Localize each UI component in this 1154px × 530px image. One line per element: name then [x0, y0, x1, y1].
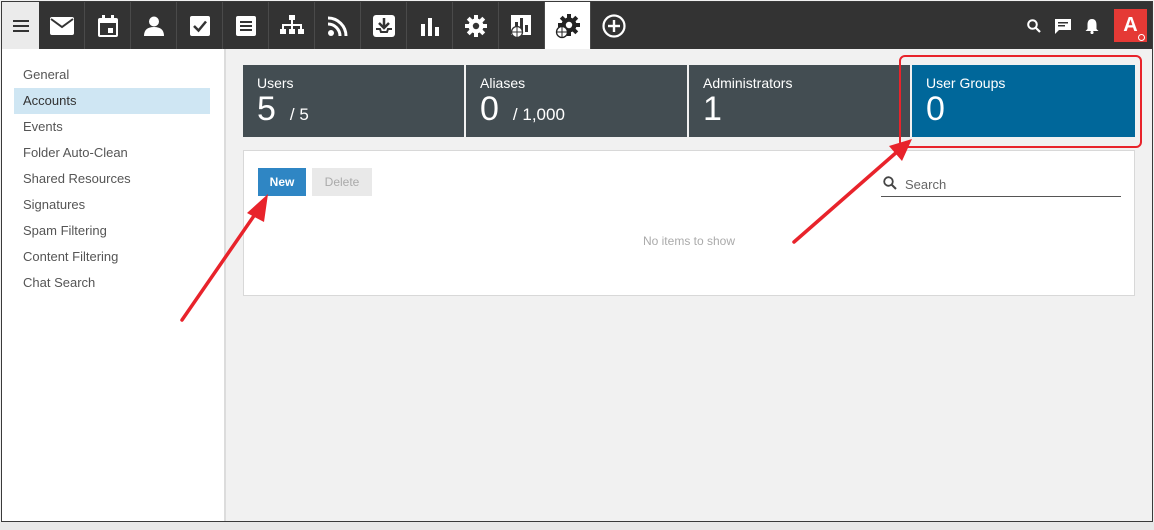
sidebar-item-events[interactable]: Events — [14, 114, 210, 140]
empty-list-message: No items to show — [642, 234, 736, 248]
add-circle-icon[interactable] — [591, 2, 637, 49]
mail-icon[interactable] — [39, 2, 85, 49]
sidebar-item-content-filtering[interactable]: Content Filtering — [14, 244, 210, 270]
tile-label: User Groups — [926, 75, 1006, 91]
tile-label: Users — [257, 75, 294, 91]
bottom-scrollbar — [0, 522, 1154, 530]
sidebar-item-chat-search[interactable]: Chat Search — [14, 270, 210, 296]
tile-value: 5 — [257, 90, 276, 128]
tile-label: Administrators — [703, 75, 793, 91]
tile-administrators[interactable]: Administrators 1 — [689, 65, 912, 137]
domain-settings-icon[interactable] — [545, 2, 591, 49]
search-icon[interactable] — [1019, 2, 1048, 49]
contacts-icon[interactable] — [131, 2, 177, 49]
inbox-download-icon[interactable] — [361, 2, 407, 49]
rss-icon[interactable] — [315, 2, 361, 49]
settings-icon[interactable] — [453, 2, 499, 49]
sync-status-icon — [1138, 34, 1145, 41]
tile-value: 0 — [480, 90, 499, 128]
hamburger-menu-icon[interactable] — [2, 2, 39, 49]
top-navigation-bar: A — [2, 2, 1152, 49]
notifications-bell-icon[interactable] — [1077, 2, 1106, 49]
sidebar-item-general[interactable]: General — [14, 62, 210, 88]
chat-icon[interactable] — [1048, 2, 1077, 49]
tasks-icon[interactable] — [177, 2, 223, 49]
tile-max: / 1,000 — [512, 105, 565, 124]
sidebar-item-folder-auto-clean[interactable]: Folder Auto-Clean — [14, 140, 210, 166]
summary-tiles: Users 5 / 5 Aliases 0 / 1,000 Administra… — [243, 65, 1135, 137]
reports-icon[interactable] — [407, 2, 453, 49]
sidebar-item-accounts[interactable]: Accounts — [14, 88, 210, 114]
calendar-icon[interactable] — [85, 2, 131, 49]
user-avatar[interactable]: A — [1114, 9, 1147, 42]
sidebar-item-signatures[interactable]: Signatures — [14, 192, 210, 218]
notes-icon[interactable] — [223, 2, 269, 49]
sidebar-item-shared-resources[interactable]: Shared Resources — [14, 166, 210, 192]
tile-label: Aliases — [480, 75, 526, 91]
sidebar-item-spam-filtering[interactable]: Spam Filtering — [14, 218, 210, 244]
delete-button[interactable]: Delete — [312, 168, 372, 196]
search-icon — [883, 176, 897, 190]
tile-aliases[interactable]: Aliases 0 / 1,000 — [466, 65, 689, 137]
org-chart-icon[interactable] — [269, 2, 315, 49]
new-button[interactable]: New — [258, 168, 306, 196]
user-groups-list-panel: New Delete No items to show — [243, 150, 1135, 296]
search-box — [881, 171, 1121, 197]
search-input[interactable] — [903, 173, 1117, 195]
tile-value: 0 — [926, 90, 945, 128]
settings-sidebar: General Accounts Events Folder Auto-Clea… — [2, 49, 226, 521]
tile-max: / 5 — [289, 105, 309, 124]
tile-user-groups[interactable]: User Groups 0 — [912, 65, 1135, 137]
tile-users[interactable]: Users 5 / 5 — [243, 65, 466, 137]
tile-value: 1 — [703, 90, 722, 128]
domain-reports-icon[interactable] — [499, 2, 545, 49]
